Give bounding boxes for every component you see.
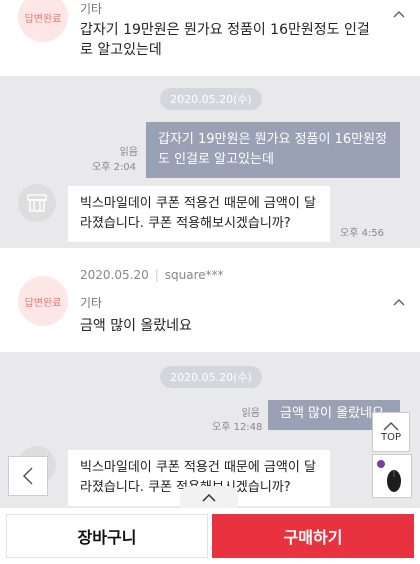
seller-avatar	[18, 184, 56, 222]
thread-date: 2020.05.20(수)	[160, 88, 262, 110]
thread-date: 2020.05.20(수)	[160, 366, 262, 388]
scroll-top-button[interactable]: TOP	[372, 412, 410, 452]
question-meta: 2020.05.20 | square***	[80, 268, 224, 282]
read-status: 읽음	[241, 408, 260, 419]
chevron-up-icon	[383, 421, 399, 431]
seller-message-time: 오후 4:56	[340, 228, 385, 239]
read-status: 읽음	[119, 147, 138, 158]
expand-purchase-panel-tab[interactable]	[180, 486, 238, 508]
bottom-action-bar: 장바구니 구매하기	[0, 508, 420, 564]
chevron-up-icon[interactable]	[392, 8, 406, 22]
qa-item-1[interactable]: 답변완료 기타 갑자기 19만원은 뭔가요 정품이 16만원정도 인걸로 알고있…	[0, 0, 420, 76]
question-date: 2020.05.20	[80, 268, 149, 282]
question-category: 기타	[80, 2, 103, 16]
chevron-up-icon	[202, 493, 216, 502]
add-to-cart-button[interactable]: 장바구니	[6, 514, 208, 558]
scroll-top-label: TOP	[380, 432, 401, 443]
answered-badge: 답변완료	[18, 276, 68, 326]
user-message-bubble: 갑자기 19만원은 뭔가요 정품이 16만원정도 인걸로 알고있는데	[146, 122, 400, 178]
chevron-up-icon[interactable]	[392, 296, 406, 310]
chevron-left-icon	[22, 467, 33, 485]
previous-button[interactable]	[8, 456, 48, 496]
store-icon	[27, 194, 47, 212]
question-category: 기타	[80, 296, 103, 310]
recent-product-thumbnail[interactable]	[372, 454, 412, 498]
answer-thread-2: 2020.05.20(수) 읽음 오후 12:48 금액 많이 올랐네요 빅스마…	[0, 352, 420, 508]
mouse-product-image	[377, 460, 401, 492]
question-text: 갑자기 19만원은 뭔가요 정품이 16만원정도 인걸로 알고있는데	[80, 22, 370, 58]
answered-badge: 답변완료	[18, 0, 68, 42]
seller-message-bubble: 빅스마일데이 쿠폰 적용건 때문에 금액이 달라졌습니다. 쿠폰 적용해보시겠습…	[68, 186, 330, 242]
qa-item-2[interactable]: 2020.05.20 | square*** 답변완료 기타 금액 많이 올랐네요	[0, 252, 420, 352]
user-message-time: 오후 12:48	[212, 422, 263, 433]
buy-now-button[interactable]: 구매하기	[212, 514, 414, 558]
user-message-time: 오후 2:04	[92, 162, 137, 173]
question-text: 금액 많이 올랐네요	[80, 318, 192, 334]
answer-thread-1: 2020.05.20(수) 읽음 오후 2:04 갑자기 19만원은 뭔가요 정…	[0, 76, 420, 248]
question-author: square***	[164, 268, 224, 282]
